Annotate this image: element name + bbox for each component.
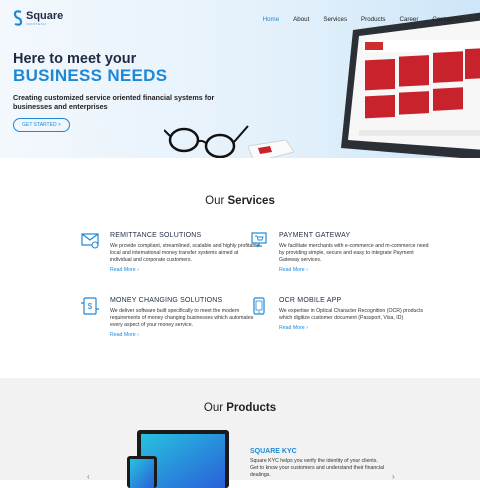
hero-description: Creating customized service oriented fin… [13, 93, 215, 111]
nav-products[interactable]: Products [361, 16, 385, 23]
nav-home[interactable]: Home [263, 16, 280, 23]
service-title: OCR MOBILE APP [279, 297, 342, 304]
logo-mark-icon [13, 10, 23, 26]
top-navbar: Square INFOTECH Home About Services Prod… [0, 0, 480, 34]
brand-subtitle: INFOTECH [26, 21, 47, 26]
monitor-cart-icon [251, 232, 267, 247]
phone-illustration [247, 140, 294, 158]
service-payment-gateway: PAYMENT GATEWAY We facilitate merchants … [279, 232, 429, 273]
mail-money-icon [81, 233, 99, 249]
mobile-phone-icon [253, 297, 265, 315]
product-title: SQUARE KYC [250, 448, 297, 455]
service-title: REMITTANCE SOLUTIONS [110, 232, 202, 239]
service-ocr-app: OCR MOBILE APP We expertise in Optical C… [279, 297, 429, 331]
read-more-link[interactable]: Read More › [110, 267, 260, 273]
service-description: We deliver software built specifically t… [110, 308, 254, 328]
products-heading-bold: Products [226, 402, 277, 414]
service-title: MONEY CHANGING SOLUTIONS [110, 297, 223, 304]
glasses-illustration [164, 125, 249, 158]
hero-title: Here to meet your [13, 51, 137, 67]
service-description: We provide compliant, streamlined, scala… [110, 243, 260, 263]
services-heading: Our Services [0, 195, 480, 207]
services-heading-bold: Services [227, 195, 275, 207]
get-started-button[interactable]: GET STARTED > [13, 118, 70, 132]
read-more-link[interactable]: Read More › [110, 332, 260, 338]
service-title: PAYMENT GATEWAY [279, 232, 351, 239]
brand-logo[interactable]: Square INFOTECH [13, 10, 63, 26]
main-menu: Home About Services Products Career Cont… [249, 16, 463, 23]
service-remittance: REMITTANCE SOLUTIONS We provide complian… [110, 232, 260, 273]
service-description: We facilitate merchants with e-commerce … [279, 243, 429, 263]
read-more-link[interactable]: Read More › [279, 325, 429, 331]
products-heading-light: Our [203, 402, 227, 414]
brand-name: Square [26, 9, 64, 22]
nav-career[interactable]: Career [399, 16, 418, 23]
product-description: Square KYC helps you verify the identity… [250, 458, 385, 478]
nav-about[interactable]: About [293, 16, 309, 23]
services-heading-light: Our [205, 195, 228, 207]
products-heading: Our Products [0, 402, 480, 414]
products-section [0, 378, 480, 488]
read-more-link[interactable]: Read More › [279, 267, 429, 273]
hero-highlight: BUSINESS NEEDS [13, 66, 168, 85]
service-money-changing: MONEY CHANGING SOLUTIONS We deliver soft… [110, 297, 260, 338]
currency-exchange-icon: $ [81, 297, 99, 315]
svg-text:$: $ [88, 302, 93, 311]
nav-services[interactable]: Services [323, 16, 347, 23]
nav-contact[interactable]: Contact Us [432, 16, 463, 23]
service-description: We expertise in Optical Character Recogn… [279, 308, 424, 321]
devices-illustration [127, 430, 229, 488]
